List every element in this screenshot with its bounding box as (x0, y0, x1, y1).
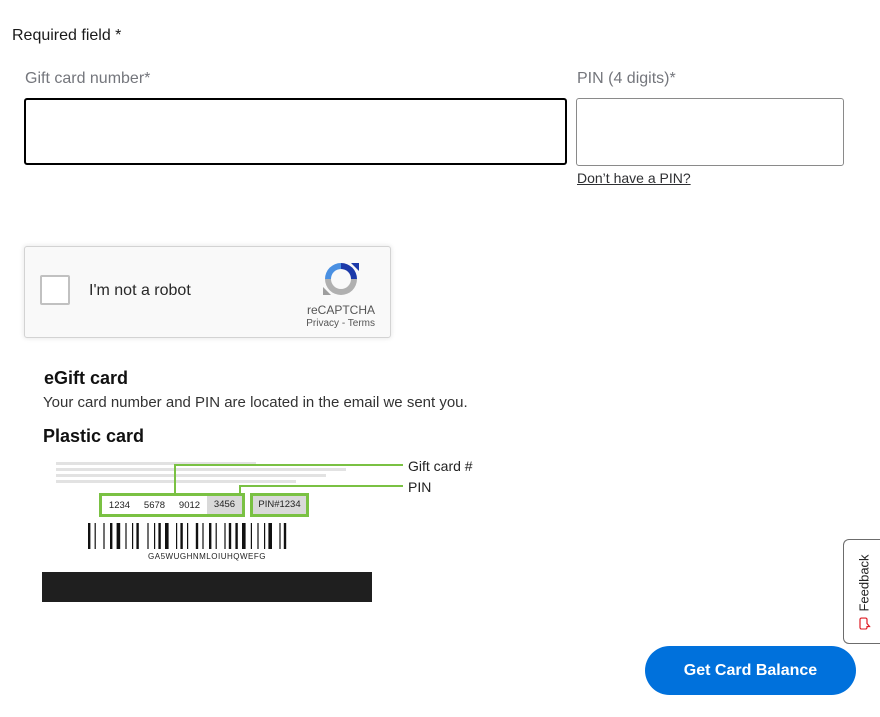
recaptcha-terms-link[interactable]: Terms (348, 318, 375, 329)
egift-card-text: Your card number and PIN are located in … (43, 394, 468, 411)
recaptcha-widget: I'm not a robot reCAPTCHA Privacy - Term… (24, 246, 391, 338)
no-pin-link[interactable]: Don’t have a PIN? (577, 170, 691, 186)
recaptcha-checkbox-label: I'm not a robot (89, 282, 191, 299)
feedback-label: Feedback (856, 553, 871, 612)
recaptcha-links: Privacy - Terms (306, 318, 375, 329)
required-field-note: Required field * (12, 27, 122, 44)
barcode-icon (88, 523, 287, 549)
gift-card-number-input[interactable] (24, 98, 567, 165)
pin-input[interactable] (576, 98, 844, 166)
callout-gift-card: Gift card # (408, 458, 473, 474)
recaptcha-link-separator: - (339, 318, 348, 329)
get-card-balance-button[interactable]: Get Card Balance (645, 646, 856, 695)
plastic-card-heading: Plastic card (43, 426, 145, 446)
recaptcha-logo-icon (323, 263, 359, 295)
card-callout-lines (174, 464, 403, 494)
magnetic-stripe (42, 572, 372, 602)
speech-bubble-icon (858, 617, 870, 630)
feedback-tab[interactable]: Feedback (843, 539, 880, 644)
recaptcha-brand: reCAPTCHA (306, 303, 375, 317)
callout-pin: PIN (408, 479, 432, 495)
barcode-text: GA5WUGHNMLOIUHQWEFG (148, 552, 266, 561)
egift-card-heading: eGift card (44, 368, 129, 388)
card-number-group: 1234 (108, 499, 131, 511)
pin-label: PIN (4 digits)* (577, 70, 676, 87)
card-number-group: 5678 (143, 499, 166, 511)
recaptcha-privacy-link[interactable]: Privacy (306, 318, 339, 329)
recaptcha-checkbox[interactable] (40, 275, 70, 305)
gift-card-number-label: Gift card number* (25, 70, 151, 87)
